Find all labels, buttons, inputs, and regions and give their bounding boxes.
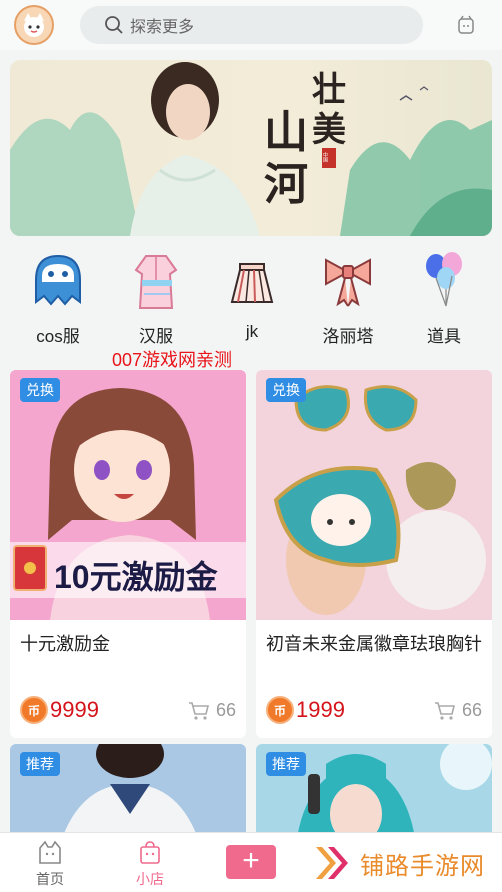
category-label: cos服	[36, 327, 80, 346]
product-sold: 66	[188, 700, 236, 721]
sold-count: 66	[215, 700, 236, 720]
avatar[interactable]	[14, 5, 54, 45]
banner-title-char: 河	[264, 159, 308, 210]
search-icon	[105, 16, 123, 34]
search-input-placeholder: 探索更多	[130, 19, 195, 36]
home-cat-icon	[37, 839, 63, 865]
category-props[interactable]: 道具	[394, 250, 494, 347]
tab-label: 小店	[136, 871, 164, 887]
top-bar: 探索更多	[0, 0, 502, 50]
product-image: 推荐	[256, 744, 492, 844]
product-tag: 兑换	[266, 378, 306, 402]
category-lolita[interactable]: 洛丽塔	[298, 250, 398, 347]
message-icon[interactable]	[456, 14, 476, 36]
price-value: 9999	[50, 697, 99, 722]
product-overlay-text: 10元激励金	[54, 559, 218, 595]
product-title: 十元激励金	[20, 634, 110, 654]
product-image: 推荐	[10, 744, 246, 844]
price-value: 1999	[296, 697, 345, 722]
sold-count: 66	[461, 700, 482, 720]
add-post-button[interactable]: +	[226, 845, 276, 879]
tab-label: 首页	[36, 871, 64, 887]
ghost-icon	[30, 250, 86, 312]
promo-banner[interactable]: 壮 美 山 河 中国	[10, 60, 492, 236]
watermark-text: 007游戏网亲测	[112, 350, 233, 370]
shop-bag-icon	[137, 839, 163, 865]
product-tag: 推荐	[266, 752, 306, 776]
product-image: 兑换 10元激励金	[10, 370, 246, 620]
product-price: 币 9999	[20, 696, 99, 724]
coin-icon: 币	[20, 696, 48, 724]
product-tag: 兑换	[20, 378, 60, 402]
pleated-skirt-icon	[224, 250, 280, 312]
product-tag: 推荐	[20, 752, 60, 776]
category-label: 洛丽塔	[322, 327, 374, 346]
product-card[interactable]: 推荐	[256, 744, 492, 844]
site-watermark-text: 铺路手游网	[360, 852, 485, 880]
category-row: cos服 汉服 jk 洛丽塔 道具	[0, 250, 502, 355]
category-jk[interactable]: jk	[202, 250, 302, 342]
bottom-tab-bar: 首页 小店 + 铺路手游网	[0, 832, 502, 892]
banner-title: 壮 美 山 河 中国	[260, 62, 370, 232]
category-label: 道具	[427, 327, 461, 346]
balloons-icon	[416, 250, 472, 312]
product-title: 初音未来金属徽章珐琅胸针	[266, 634, 482, 654]
category-hanfu[interactable]: 汉服	[106, 250, 206, 347]
cart-icon	[434, 701, 455, 720]
category-cos[interactable]: cos服	[8, 250, 108, 347]
category-label: 汉服	[139, 327, 173, 346]
product-card[interactable]: 兑换 10元激励金 十元激励金 币 9999 66	[10, 370, 246, 738]
banner-title-char: 美	[312, 110, 346, 150]
search-bar[interactable]: 探索更多	[80, 6, 423, 44]
tab-shop[interactable]: 小店	[120, 839, 180, 889]
chevron-logo-icon	[316, 847, 348, 879]
banner-seal: 中国	[322, 152, 328, 162]
product-price: 币 1999	[266, 696, 345, 724]
hanfu-dress-icon	[128, 250, 184, 312]
category-label: jk	[245, 322, 259, 341]
product-card[interactable]: 推荐	[10, 744, 246, 844]
site-watermark: 铺路手游网	[312, 843, 485, 883]
coin-icon: 币	[266, 696, 294, 724]
product-image: 兑换	[256, 370, 492, 620]
product-sold: 66	[434, 700, 482, 721]
product-card[interactable]: 兑换 初音未来金属徽章珐琅胸针 币 1999 66	[256, 370, 492, 738]
tab-home[interactable]: 首页	[20, 839, 80, 889]
cart-icon	[188, 701, 209, 720]
bow-icon	[320, 250, 376, 312]
